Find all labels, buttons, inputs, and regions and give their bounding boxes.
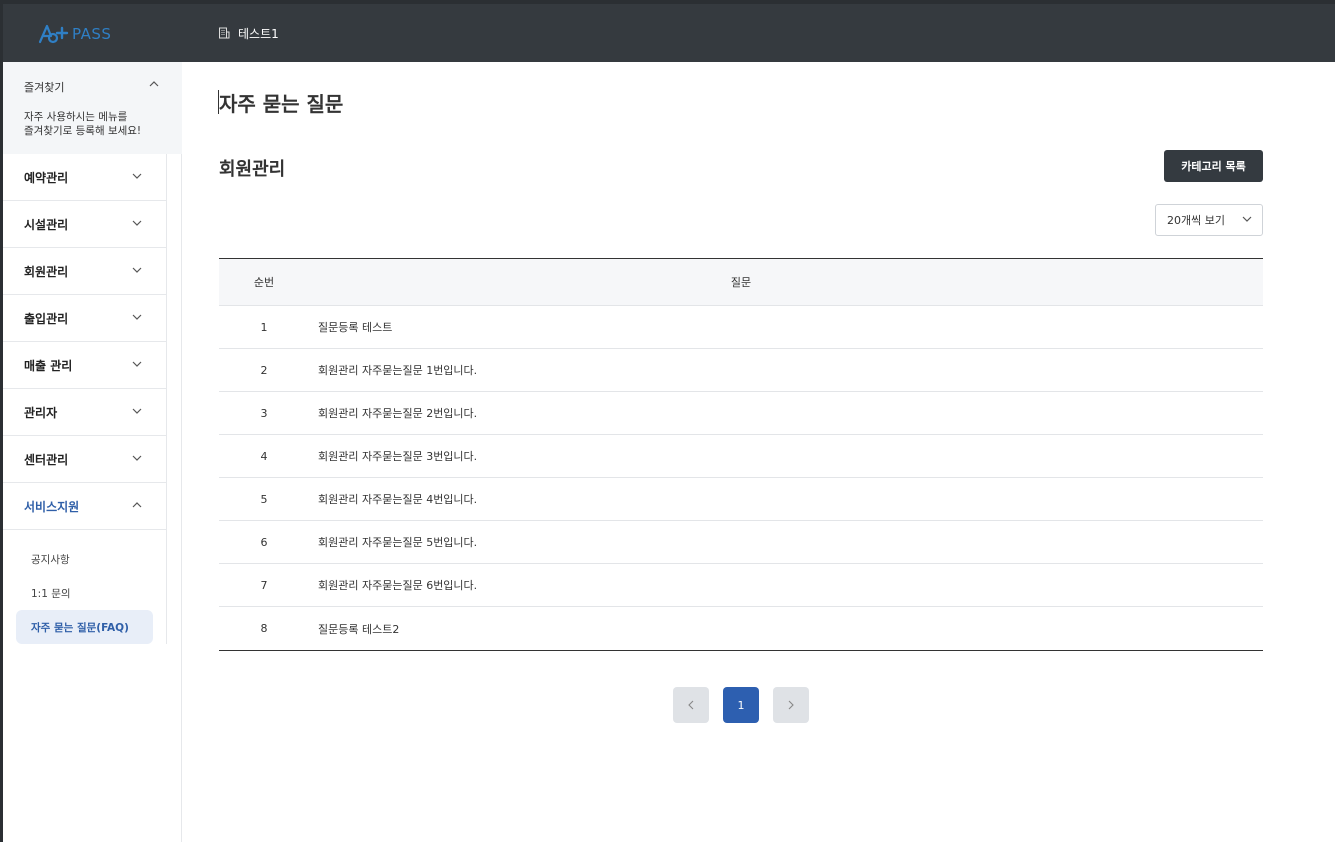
chevron-down-icon	[132, 267, 142, 273]
page-title: 자주 묻는 질문	[217, 88, 343, 117]
logo[interactable]: PASS	[38, 21, 111, 47]
cell-no: 3	[260, 406, 268, 420]
next-page-button[interactable]	[773, 687, 809, 723]
cell-no: 1	[260, 320, 268, 334]
chevron-down-icon	[132, 361, 142, 367]
sidebar-item-members[interactable]: 회원관리	[3, 248, 166, 295]
table-header: 순번 질문	[219, 259, 1263, 306]
logo-mark-icon	[38, 24, 69, 44]
sidebar-item-label: 출입관리	[24, 311, 69, 326]
table-row[interactable]: 3 회원관리 자주묻는질문 2번입니다.	[219, 392, 1263, 435]
table-row[interactable]: 1 질문등록 테스트	[219, 306, 1263, 349]
sidebar-item-label: 관리자	[24, 405, 58, 420]
cell-question[interactable]: 회원관리 자주묻는질문 3번입니다.	[309, 448, 477, 464]
faq-table: 순번 질문 1 질문등록 테스트 2 회원관리 자주묻는질문 1번입니다. 3 …	[219, 258, 1263, 651]
sidebar-item-admin[interactable]: 관리자	[3, 389, 166, 436]
prev-page-button[interactable]	[673, 687, 709, 723]
chevron-up-icon[interactable]	[149, 81, 159, 87]
column-header-no: 순번	[253, 276, 275, 289]
cell-question[interactable]: 회원관리 자주묻는질문 1번입니다.	[309, 362, 477, 378]
chevron-right-icon	[788, 700, 794, 710]
cell-question[interactable]: 회원관리 자주묻는질문 4번입니다.	[309, 491, 477, 507]
submenu-item-faq[interactable]: 자주 묻는 질문(FAQ)	[16, 610, 153, 644]
center-name: 테스트1	[238, 26, 279, 41]
service-support-submenu: 공지사항 1:1 문의 자주 묻는 질문(FAQ)	[3, 530, 166, 644]
sidebar-item-sales[interactable]: 매출 관리	[3, 342, 166, 389]
chevron-down-icon	[132, 173, 142, 179]
sidebar-item-label: 회원관리	[24, 264, 69, 279]
submenu-item-notice[interactable]: 공지사항	[3, 542, 166, 576]
favorites-description: 자주 사용하시는 메뉴를 즐겨찾기로 등록해 보세요!	[24, 111, 142, 137]
per-page-select[interactable]: 20개씩 보기	[1155, 204, 1263, 236]
sidebar-item-access[interactable]: 출입관리	[3, 295, 166, 342]
submenu-item-inquiry[interactable]: 1:1 문의	[3, 576, 166, 610]
chevron-down-icon	[132, 220, 142, 226]
cell-no: 5	[260, 492, 268, 506]
cell-question[interactable]: 회원관리 자주묻는질문 2번입니다.	[309, 405, 477, 421]
cell-no: 8	[260, 622, 268, 635]
logo-text: PASS	[72, 25, 112, 43]
chevron-down-icon	[132, 314, 142, 320]
favorites-panel: 즐겨찾기 자주 사용하시는 메뉴를 즐겨찾기로 등록해 보세요!	[3, 62, 182, 154]
table-row[interactable]: 2 회원관리 자주묻는질문 1번입니다.	[219, 349, 1263, 392]
cell-no: 4	[260, 449, 268, 463]
sidebar-item-service-support[interactable]: 서비스지원	[3, 483, 166, 530]
category-list-button[interactable]: 카테고리 목록	[1164, 150, 1263, 182]
table-row[interactable]: 8 질문등록 테스트2	[219, 607, 1263, 650]
sidebar: 즐겨찾기 자주 사용하시는 메뉴를 즐겨찾기로 등록해 보세요! 예약관리 시설…	[3, 62, 182, 842]
pagination: 1	[673, 687, 823, 723]
chevron-down-icon	[1242, 216, 1252, 222]
cell-no: 6	[260, 535, 268, 549]
chevron-up-icon	[132, 502, 142, 508]
chevron-left-icon	[688, 700, 694, 710]
per-page-value: 20개씩 보기	[1167, 214, 1225, 227]
sidebar-item-reservation[interactable]: 예약관리	[3, 154, 166, 201]
sidebar-item-label: 서비스지원	[24, 499, 80, 514]
table-row[interactable]: 7 회원관리 자주묻는질문 6번입니다.	[219, 564, 1263, 607]
cell-question[interactable]: 질문등록 테스트2	[309, 621, 399, 637]
top-header: PASS 테스트1	[3, 4, 1335, 62]
cell-no: 2	[260, 363, 268, 377]
sidebar-item-label: 매출 관리	[24, 358, 73, 373]
chevron-down-icon	[132, 408, 142, 414]
sidebar-item-facility[interactable]: 시설관리	[3, 201, 166, 248]
cell-no: 7	[260, 578, 268, 592]
center-selector[interactable]: 테스트1	[218, 23, 279, 43]
sidebar-item-label: 예약관리	[24, 170, 69, 185]
column-header-question: 질문	[730, 276, 752, 289]
app-frame: PASS 테스트1 즐겨찾기 자주 사용하시는 메뉴를 즐겨찾기로 등록해 보세…	[3, 4, 1335, 842]
table-row[interactable]: 6 회원관리 자주묻는질문 5번입니다.	[219, 521, 1263, 564]
page-button-current[interactable]: 1	[723, 687, 759, 723]
sidebar-menu: 예약관리 시설관리 회원관리 출입관리 매출 관리 관리자 센터관리 서비스지원…	[3, 154, 167, 644]
table-row[interactable]: 4 회원관리 자주묻는질문 3번입니다.	[219, 435, 1263, 478]
cell-question[interactable]: 회원관리 자주묻는질문 6번입니다.	[309, 577, 477, 593]
section-title: 회원관리	[219, 159, 286, 180]
sidebar-item-label: 센터관리	[24, 452, 69, 467]
building-icon	[219, 27, 230, 39]
sidebar-item-center[interactable]: 센터관리	[3, 436, 166, 483]
cell-question[interactable]: 회원관리 자주묻는질문 5번입니다.	[309, 534, 477, 550]
cell-question[interactable]: 질문등록 테스트	[309, 319, 392, 335]
sidebar-item-label: 시설관리	[24, 217, 69, 232]
chevron-down-icon	[132, 455, 142, 461]
table-row[interactable]: 5 회원관리 자주묻는질문 4번입니다.	[219, 478, 1263, 521]
favorites-title[interactable]: 즐겨찾기	[24, 79, 64, 95]
main-content: 자주 묻는 질문 회원관리 카테고리 목록 20개씩 보기 순번 질문 1 질문…	[183, 62, 1335, 842]
